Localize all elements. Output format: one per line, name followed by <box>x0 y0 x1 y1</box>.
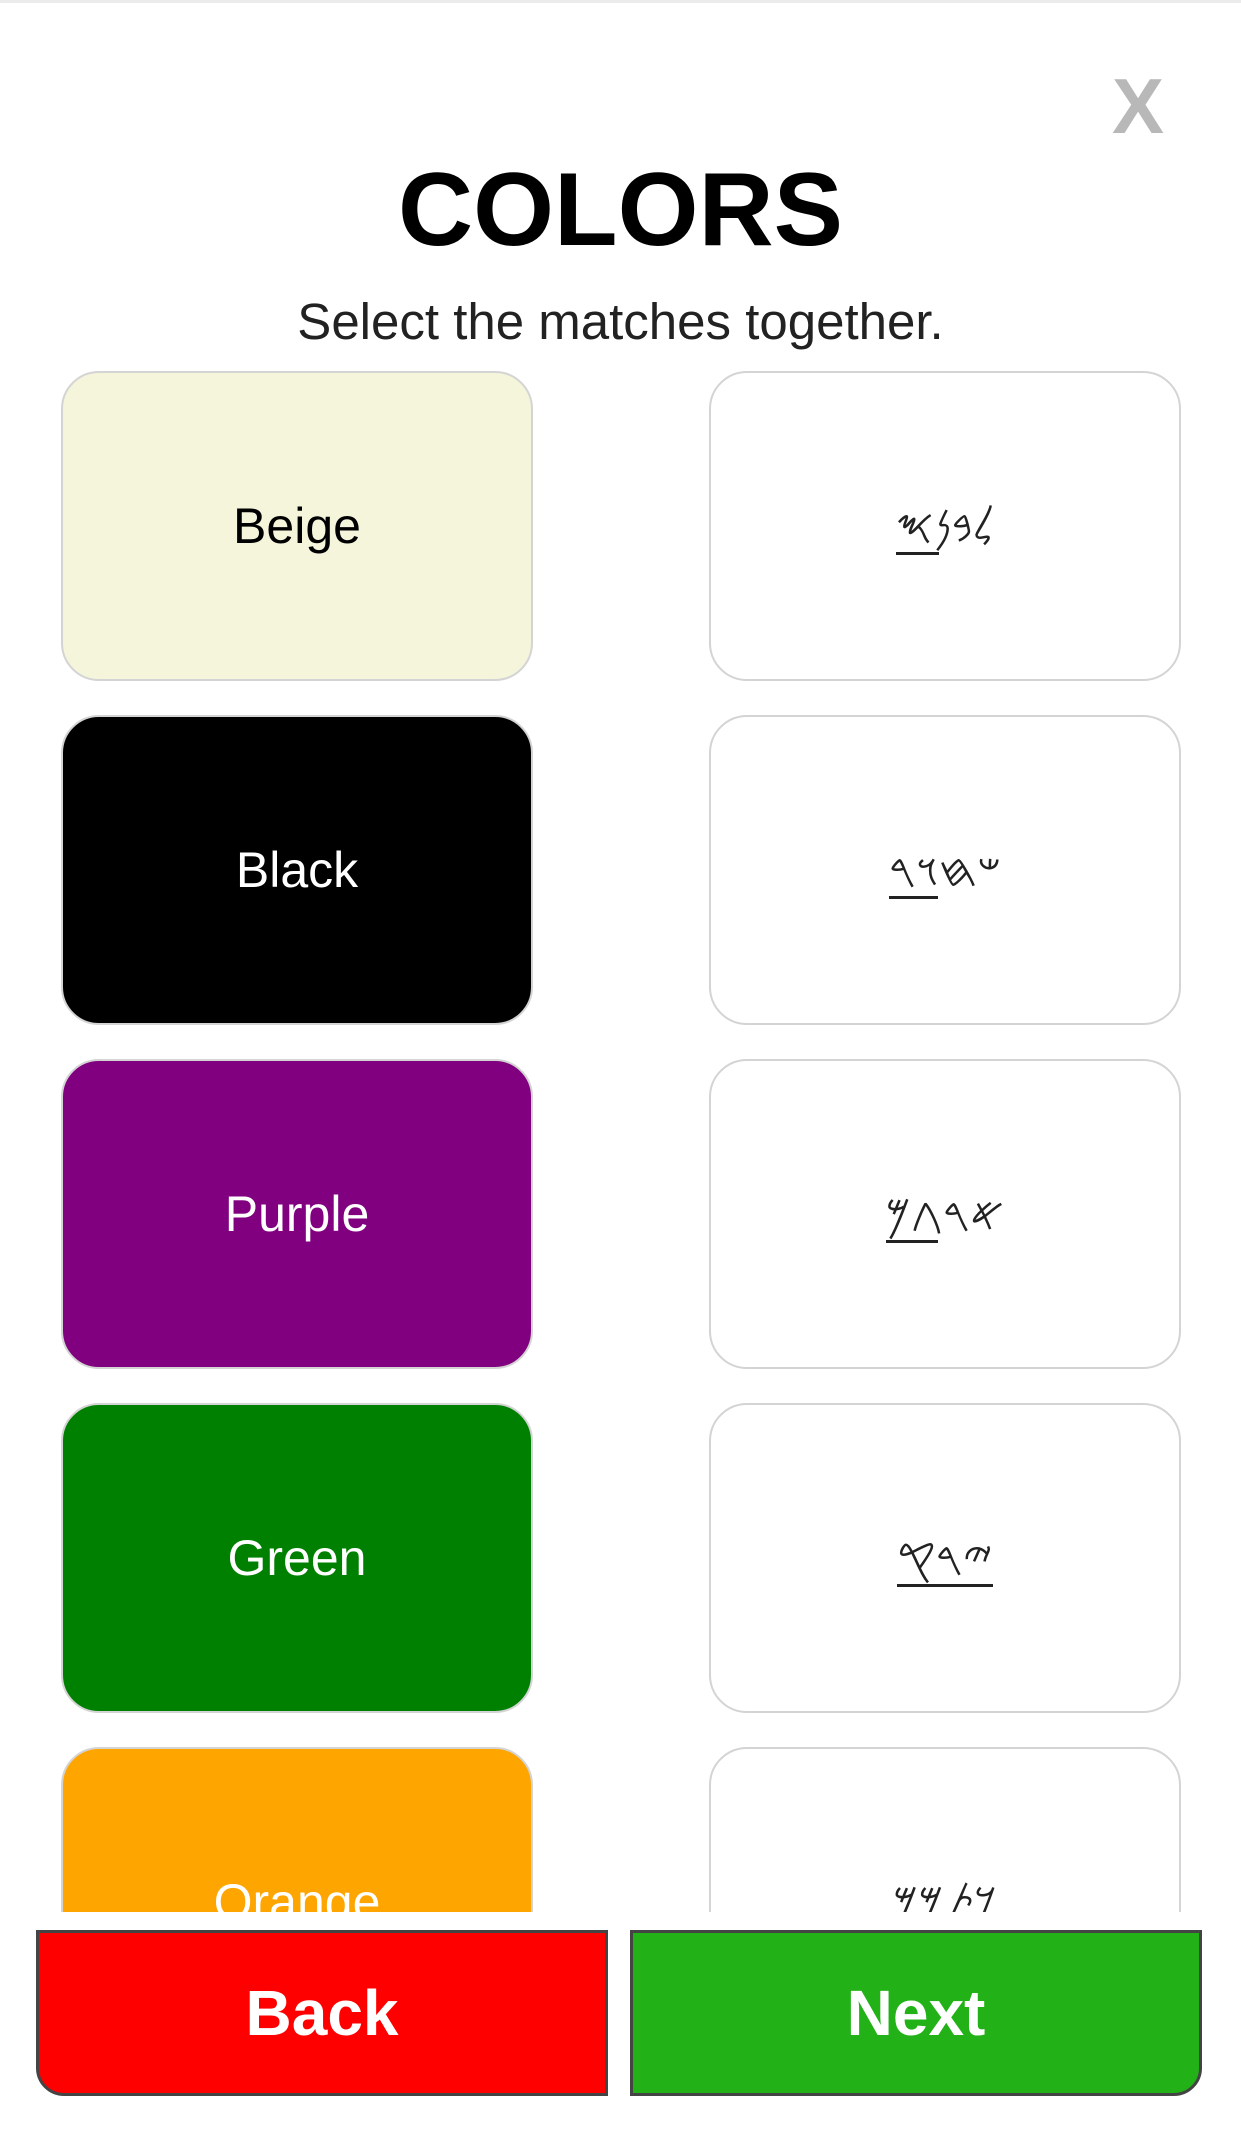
underline-mark <box>885 1240 938 1243</box>
match-card-3[interactable]: 𐤀𐤓𐤂𐤌 <box>709 1059 1181 1369</box>
back-button-label: Back <box>245 1977 399 2049</box>
close-icon: X <box>1111 62 1165 150</box>
script-word: 𐤀𐤓𐤂𐤌 <box>885 1187 1005 1241</box>
top-divider <box>0 0 1241 3</box>
match-card-4[interactable]: 𐤉𐤓𐤒 <box>709 1403 1181 1713</box>
color-card-label: Purple <box>224 1186 370 1242</box>
match-card-2[interactable]: 𐤔𐤇𐤅𐤓 <box>709 715 1181 1025</box>
close-button[interactable]: X <box>1100 62 1176 150</box>
color-card-label: Black <box>235 842 359 898</box>
color-card-beige[interactable]: Beige <box>61 371 533 681</box>
color-card-label: Green <box>227 1530 367 1586</box>
back-button[interactable]: Back <box>36 1930 608 2096</box>
script-word: 𐤊𐤕𐤌𐤌 <box>893 1875 997 1912</box>
color-card-black[interactable]: Black <box>61 715 533 1025</box>
color-card-purple[interactable]: Purple <box>61 1059 533 1369</box>
match-grid[interactable]: Beige Black Purple Green Orange 𐤋𐤁𐤍𐤎 𐤔𐤇𐤅… <box>0 368 1241 1912</box>
script-word: 𐤉𐤓𐤒 <box>897 1531 993 1585</box>
underline-mark <box>897 1584 993 1587</box>
color-card-label: Orange <box>213 1874 381 1912</box>
match-card-1[interactable]: 𐤋𐤁𐤍𐤎 <box>709 371 1181 681</box>
instructions-text: Select the matches together. <box>297 293 944 350</box>
match-card-5[interactable]: 𐤊𐤕𐤌𐤌 <box>709 1747 1181 1912</box>
underline-mark <box>895 552 940 555</box>
color-card-label: Beige <box>233 498 361 554</box>
underline-mark <box>888 896 939 899</box>
color-card-orange[interactable]: Orange <box>61 1747 533 1912</box>
next-button-label: Next <box>846 1977 986 2049</box>
color-card-green[interactable]: Green <box>61 1403 533 1713</box>
script-word: 𐤔𐤇𐤅𐤓 <box>888 843 1002 897</box>
page-title: COLORS <box>398 152 843 268</box>
next-button[interactable]: Next <box>630 1930 1202 2096</box>
script-word: 𐤋𐤁𐤍𐤎 <box>895 499 995 553</box>
